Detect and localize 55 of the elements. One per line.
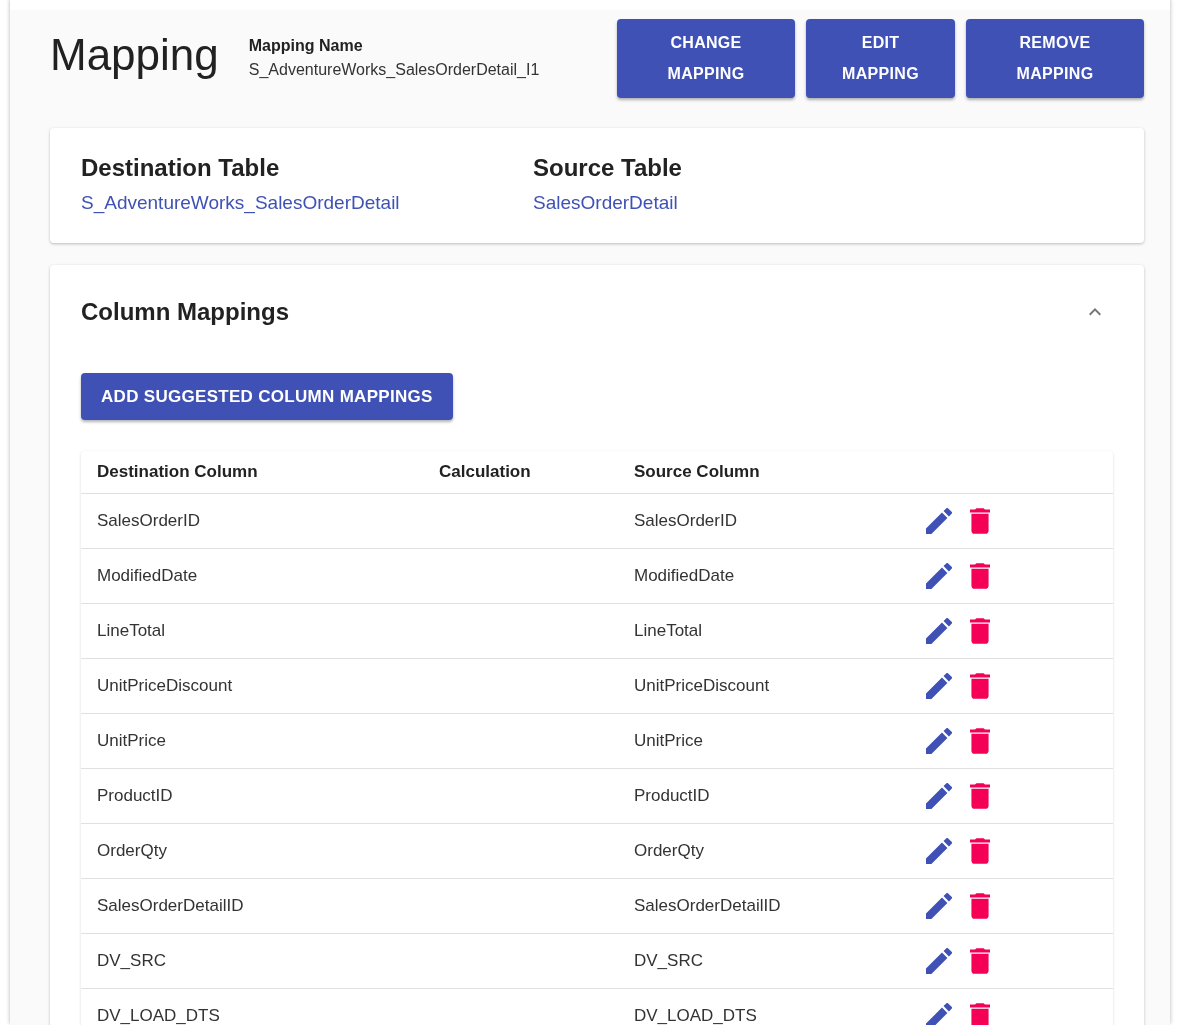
field-label: Mapping Name <box>248 37 364 55</box>
edit-icon[interactable] <box>926 563 952 589</box>
edit-icon[interactable] <box>926 728 952 754</box>
table-cell-text: ProductID <box>634 786 711 806</box>
delete-icon[interactable] <box>970 563 990 589</box>
column-header: Source Column <box>634 462 761 482</box>
column-header: Destination Column <box>96 462 259 482</box>
edit-icon[interactable] <box>926 673 952 699</box>
field-label: Destination Table <box>81 154 281 182</box>
table-cell-text: ModifiedDate <box>96 566 199 586</box>
table-link[interactable]: S_AdventureWorks_SalesOrderDetail <box>81 192 400 213</box>
table-cell-text: DV_SRC <box>96 951 167 971</box>
table-cell-text: ModifiedDate <box>634 566 736 586</box>
table-cell-text: SalesOrderID <box>634 511 738 531</box>
delete-icon[interactable] <box>970 673 990 699</box>
table-cell-text: OrderQty <box>96 841 168 861</box>
table-cell-text: LineTotal <box>634 621 704 641</box>
table-cell-text: UnitPriceDiscount <box>634 676 771 696</box>
edit-icon[interactable] <box>926 1003 952 1025</box>
table-link[interactable]: SalesOrderDetail <box>533 192 678 213</box>
edit-icon[interactable] <box>926 783 952 809</box>
table-cell-text: SalesOrderDetailID <box>634 896 782 916</box>
delete-icon[interactable] <box>970 783 990 809</box>
field-label: Source Table <box>533 154 682 182</box>
column-header: Calculation <box>439 462 532 482</box>
page-title: Mapping <box>50 30 219 81</box>
field-value: S_AdventureWorks_SalesOrderDetail_I1 <box>248 61 541 79</box>
table-cell-text: DV_SRC <box>634 951 704 971</box>
delete-icon[interactable] <box>970 508 990 534</box>
header-button[interactable]: REMOVE MAPPING <box>966 18 1144 98</box>
delete-icon[interactable] <box>970 838 990 864</box>
edit-icon[interactable] <box>926 948 952 974</box>
table-cell-text: DV_LOAD_DTS <box>96 1006 221 1025</box>
table-cell-text: ProductID <box>96 786 174 806</box>
table-cell-text: UnitPrice <box>96 731 167 751</box>
delete-icon[interactable] <box>970 948 990 974</box>
table-cell-text: UnitPrice <box>634 731 704 751</box>
header-button[interactable]: EDIT MAPPING <box>806 18 955 98</box>
edit-icon[interactable] <box>926 508 952 534</box>
delete-icon[interactable] <box>970 618 990 644</box>
table-cell-text: OrderQty <box>634 841 705 861</box>
table-cell-text: SalesOrderDetailID <box>96 896 245 916</box>
delete-icon[interactable] <box>970 893 990 919</box>
edit-icon[interactable] <box>926 838 952 864</box>
table-cell-text: DV_LOAD_DTS <box>634 1006 758 1025</box>
header-button[interactable]: CHANGE MAPPING <box>617 18 795 98</box>
section-title: Column Mappings <box>81 297 289 327</box>
edit-icon[interactable] <box>926 893 952 919</box>
add-suggested-button[interactable]: ADD SUGGESTED COLUMN MAPPINGS <box>81 373 453 420</box>
table-cell-text: SalesOrderID <box>96 511 201 531</box>
delete-icon[interactable] <box>970 728 990 754</box>
delete-icon[interactable] <box>970 1003 990 1025</box>
table-cell-text: UnitPriceDiscount <box>96 676 234 696</box>
edit-icon[interactable] <box>926 618 952 644</box>
table-cell-text: LineTotal <box>96 621 167 641</box>
